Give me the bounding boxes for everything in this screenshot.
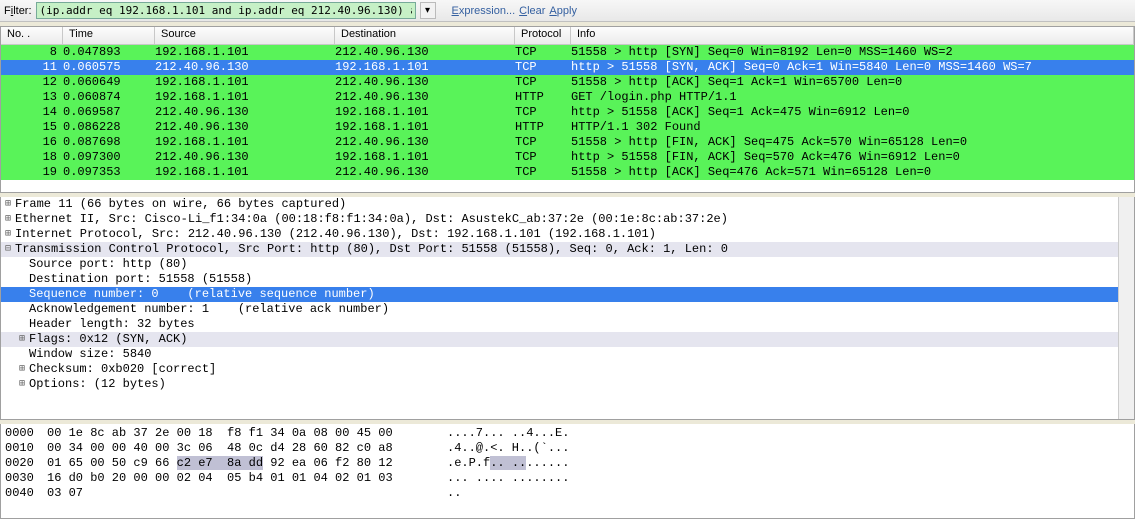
packet-list-pane[interactable]: No. . Time Source Destination Protocol I…: [0, 26, 1135, 193]
tree-expand-icon[interactable]: ⊟: [1, 242, 15, 257]
packet-row[interactable]: 140.069587212.40.96.130192.168.1.101TCPh…: [1, 105, 1134, 120]
packet-row[interactable]: 190.097353192.168.1.101212.40.96.130TCP5…: [1, 165, 1134, 180]
tree-row[interactable]: ⊞ Checksum: 0xb020 [correct]: [1, 362, 1134, 377]
tree-expand-icon[interactable]: ⊞: [15, 332, 29, 347]
tree-row[interactable]: Header length: 32 bytes: [1, 317, 1134, 332]
tree-expand-icon[interactable]: ⊞: [1, 227, 15, 242]
tree-row[interactable]: ⊞ Flags: 0x12 (SYN, ACK): [1, 332, 1134, 347]
hex-line[interactable]: 002001 65 00 50 c9 66 c2 e7 8a dd 92 ea …: [5, 456, 1130, 471]
packet-row[interactable]: 120.060649192.168.1.101212.40.96.130TCP5…: [1, 75, 1134, 90]
hex-line[interactable]: 003016 d0 b0 20 00 00 02 04 05 b4 01 01 …: [5, 471, 1130, 486]
tree-row[interactable]: ⊞ Internet Protocol, Src: 212.40.96.130 …: [1, 227, 1134, 242]
packet-header-row[interactable]: No. . Time Source Destination Protocol I…: [1, 27, 1134, 45]
tree-expand-icon[interactable]: ⊞: [15, 377, 29, 392]
expression-link[interactable]: Expression...: [452, 5, 516, 17]
tree-row[interactable]: Destination port: 51558 (51558): [1, 272, 1134, 287]
filter-input[interactable]: [36, 2, 416, 19]
clear-link[interactable]: Clear: [519, 5, 545, 17]
col-protocol[interactable]: Protocol: [515, 27, 571, 44]
packet-row[interactable]: 180.097300212.40.96.130192.168.1.101TCPh…: [1, 150, 1134, 165]
hex-line[interactable]: 001000 34 00 00 40 00 3c 06 48 0c d4 28 …: [5, 441, 1130, 456]
tree-row[interactable]: ⊞ Frame 11 (66 bytes on wire, 66 bytes c…: [1, 197, 1134, 212]
tree-expand-icon[interactable]: ⊞: [1, 197, 15, 212]
col-destination[interactable]: Destination: [335, 27, 515, 44]
tree-expand-icon[interactable]: ⊞: [1, 212, 15, 227]
tree-row[interactable]: Acknowledgement number: 1 (relative ack …: [1, 302, 1134, 317]
tree-row[interactable]: ⊞ Options: (12 bytes): [1, 377, 1134, 392]
packet-row[interactable]: 80.047893192.168.1.101212.40.96.130TCP51…: [1, 45, 1134, 60]
scrollbar[interactable]: [1118, 197, 1134, 419]
packet-details-pane[interactable]: ⊞ Frame 11 (66 bytes on wire, 66 bytes c…: [0, 197, 1135, 420]
tree-row[interactable]: Sequence number: 0 (relative sequence nu…: [1, 287, 1134, 302]
tree-row[interactable]: ⊞ Ethernet II, Src: Cisco-Li_f1:34:0a (0…: [1, 212, 1134, 227]
tree-row[interactable]: Window size: 5840: [1, 347, 1134, 362]
filter-dropdown-button[interactable]: ▾: [420, 2, 436, 19]
packet-row[interactable]: 150.086228212.40.96.130192.168.1.101HTTP…: [1, 120, 1134, 135]
tree-row[interactable]: ⊟ Transmission Control Protocol, Src Por…: [1, 242, 1134, 257]
packet-row[interactable]: 130.060874192.168.1.101212.40.96.130HTTP…: [1, 90, 1134, 105]
apply-link[interactable]: Apply: [549, 5, 577, 17]
filter-toolbar: Filter: ▾ Expression... Clear Apply: [0, 0, 1135, 22]
hex-line[interactable]: 000000 1e 8c ab 37 2e 00 18 f8 f1 34 0a …: [5, 426, 1130, 441]
col-info[interactable]: Info: [571, 27, 1134, 44]
filter-label: Filter:: [4, 5, 32, 17]
col-time[interactable]: Time: [63, 27, 155, 44]
col-no[interactable]: No. .: [1, 27, 63, 44]
col-source[interactable]: Source: [155, 27, 335, 44]
packet-row[interactable]: 110.060575212.40.96.130192.168.1.101TCPh…: [1, 60, 1134, 75]
packet-bytes-pane[interactable]: 000000 1e 8c ab 37 2e 00 18 f8 f1 34 0a …: [0, 424, 1135, 519]
tree-row[interactable]: Source port: http (80): [1, 257, 1134, 272]
packet-row[interactable]: 160.087698192.168.1.101212.40.96.130TCP5…: [1, 135, 1134, 150]
tree-expand-icon[interactable]: ⊞: [15, 362, 29, 377]
hex-line[interactable]: 004003 07..: [5, 486, 1130, 501]
